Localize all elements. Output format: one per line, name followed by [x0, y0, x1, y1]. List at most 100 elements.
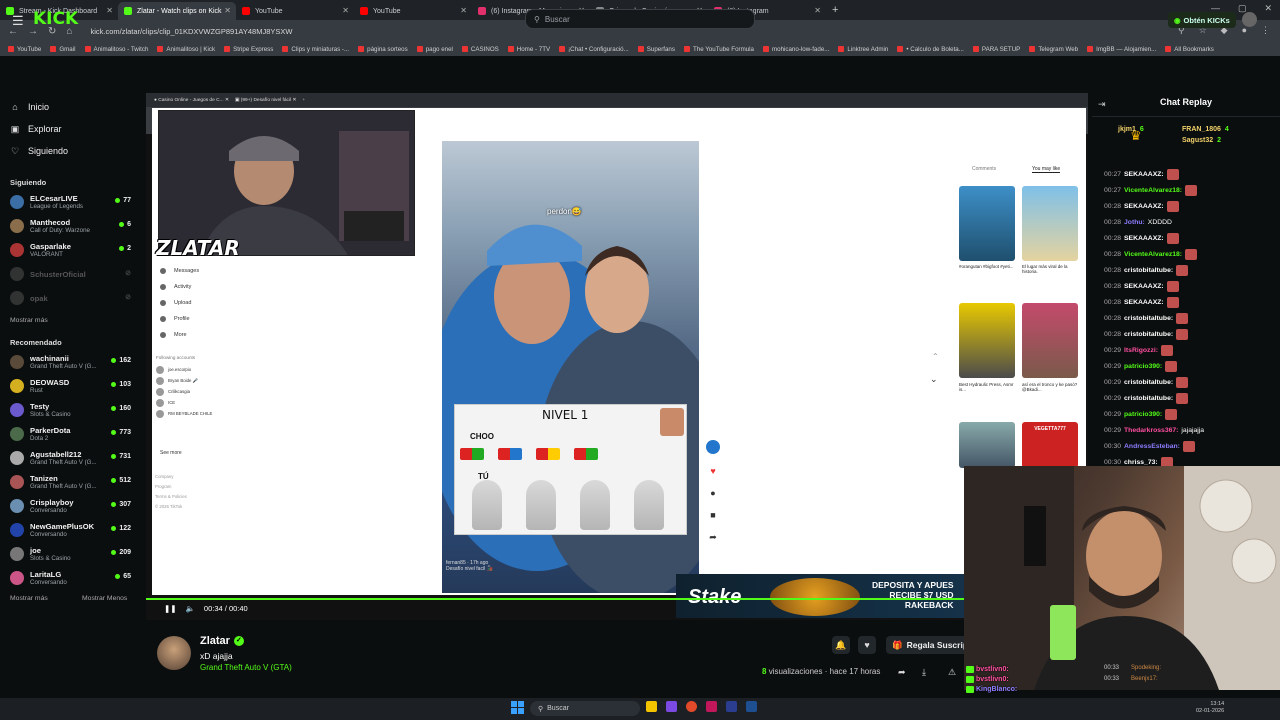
bookmark-item[interactable]: Animalitoso - Twitch [84, 46, 148, 53]
channel-item[interactable]: NewGamePlusOK Conversando 122 [0, 518, 140, 542]
scroll-up-icon[interactable]: ⌃ [932, 352, 939, 361]
recommended-show-less[interactable]: Mostrar Menos [82, 595, 127, 602]
suggested-thumb[interactable] [1022, 186, 1078, 261]
download-icon[interactable]: ⤓ [922, 667, 926, 678]
new-tab-icon[interactable]: + [832, 4, 838, 16]
inner-account[interactable]: joe.escorpio [0, 364, 212, 375]
photoshop-icon[interactable] [746, 701, 757, 712]
browser-tab[interactable]: YouTube ✕ [354, 2, 472, 20]
user-avatar[interactable] [1242, 12, 1257, 27]
hamburger-icon[interactable]: ☰ [12, 13, 24, 29]
chrome-icon[interactable] [686, 701, 697, 712]
recommended-show-more[interactable]: Mostrar más [10, 595, 48, 602]
like-icon[interactable]: ♥ [710, 466, 715, 476]
inner-menu-item[interactable]: Activity [0, 279, 199, 295]
share-icon[interactable]: ➦ [898, 667, 906, 678]
message-user[interactable]: SEKAAAXZ: [1124, 235, 1164, 242]
channel-item[interactable]: ParkerDota Dota 2 773 [0, 422, 140, 446]
inner-account[interactable]: Bryan Boide 🎤 [0, 375, 212, 386]
browser-tab[interactable]: Zlatar - Watch clips on Kick ✕ [118, 2, 236, 20]
message-user[interactable]: chriss_73: [1124, 459, 1158, 466]
bookmark-item[interactable]: Home - 7TV [507, 46, 550, 53]
bookmark-icon[interactable]: ■ [710, 510, 715, 520]
streamer-name[interactable]: Zlatar [200, 635, 230, 647]
bookmark-item[interactable]: Superfans [637, 46, 675, 53]
nav-item-siguiendo[interactable]: ♡ Siguiendo [0, 140, 140, 162]
inner-menu-item[interactable]: Messages [0, 263, 199, 279]
obtain-kicks-button[interactable]: ◉ Obtén KICKs [1168, 12, 1236, 28]
nav-item-explorar[interactable]: ▣ Explorar [0, 118, 140, 140]
bookmark-item[interactable]: Linktree Admin [838, 46, 888, 53]
message-user[interactable]: cristobitaltube: [1124, 331, 1173, 338]
tab-close-icon[interactable]: ✕ [342, 6, 349, 15]
message-user[interactable]: SEKAAAXZ: [1124, 283, 1164, 290]
bookmark-item[interactable]: ImgBB — Alojamien... [1087, 46, 1156, 53]
bookmark-item[interactable]: mohicano-low-fade... [762, 46, 829, 53]
bookmark-item[interactable]: PARA SETUP [972, 46, 1020, 53]
inner-account[interactable]: ICE [0, 397, 212, 408]
pause-icon[interactable]: ❚❚ [164, 604, 177, 613]
streamer-avatar[interactable] [157, 636, 191, 670]
heart-icon[interactable]: ♥ [858, 636, 876, 654]
nav-item-inicio[interactable]: ⌂ Inicio [0, 96, 140, 118]
channel-item[interactable]: LaritaLG Conversando 65 [0, 566, 140, 590]
volume-icon[interactable]: 🔈 [186, 604, 195, 613]
message-user[interactable]: Thedarkross367: [1124, 427, 1178, 434]
progress-bar[interactable] [146, 598, 1088, 600]
clip-category[interactable]: Grand Theft Auto V (GTA) [200, 663, 292, 672]
bookmark-item[interactable]: All Bookmarks [1165, 46, 1214, 53]
channel-item[interactable]: ELCesarLIVE League of Legends 77 [0, 190, 140, 214]
message-user[interactable]: cristobitaltube: [1124, 315, 1173, 322]
channel-item[interactable]: Manthecod Call of Duty: Warzone 6 [0, 214, 140, 238]
gift-sub-button[interactable]: 🎁 Regala Suscrip [886, 636, 975, 654]
inner-footer-link[interactable]: Terms & Policies [155, 492, 187, 502]
bell-icon[interactable]: 🔔 [832, 636, 850, 654]
message-user[interactable]: patricio390: [1124, 411, 1162, 418]
channel-item[interactable]: Crisplayboy Conversando 307 [0, 494, 140, 518]
channel-item[interactable]: joe Slots & Casino 209 [0, 542, 140, 566]
message-user[interactable]: ItsRigozzi: [1124, 347, 1158, 354]
tab-close-icon[interactable]: ✕ [814, 6, 821, 15]
comments-tab[interactable]: Comments [972, 166, 996, 172]
inner-footer-link[interactable]: Program [155, 482, 187, 492]
kick-logo[interactable]: KICK [33, 9, 78, 29]
bookmark-item[interactable]: The YouTube Formula [683, 46, 754, 53]
bookmark-item[interactable]: Stripe Express [224, 46, 273, 53]
app-icon[interactable] [706, 701, 717, 712]
premiere-icon[interactable] [726, 701, 737, 712]
inner-menu-item[interactable]: Upload [0, 295, 199, 311]
close-icon[interactable]: ✕ [1264, 3, 1272, 14]
bookmark-item[interactable]: Animalitoso | Kick [157, 46, 215, 53]
channel-item[interactable]: Tanizen Grand Theft Auto V (G... 512 [0, 470, 140, 494]
menu-icon[interactable]: ⋮ [1261, 25, 1270, 36]
message-user[interactable]: VicenteAlvarez18: [1124, 251, 1182, 258]
channel-item[interactable]: Agustabell212 Grand Theft Auto V (G... 731 [0, 446, 140, 470]
bookmark-item[interactable]: página sorteos [358, 46, 408, 53]
search-input[interactable]: ⚲ Buscar [525, 9, 755, 29]
taskbar-search[interactable]: ⚲ Buscar [530, 701, 640, 716]
bookmark-item[interactable]: Gmail [50, 46, 76, 53]
comment-icon[interactable]: ● [710, 488, 715, 498]
tab-close-icon[interactable]: ✕ [106, 6, 113, 15]
scroll-down-icon[interactable]: ⌄ [930, 374, 938, 385]
inner-see-more[interactable]: See more [160, 450, 182, 456]
message-user[interactable]: SEKAAAXZ: [1124, 203, 1164, 210]
message-user[interactable]: cristobitaltube: [1124, 379, 1173, 386]
suggested-thumb[interactable] [959, 186, 1015, 261]
suggested-thumb[interactable] [959, 303, 1015, 378]
inner-footer-link[interactable]: © 2026 TikTok [155, 502, 187, 512]
bookmark-item[interactable]: pago enel [416, 46, 453, 53]
share-icon[interactable]: ➦ [709, 532, 717, 543]
creator-avatar[interactable] [706, 440, 720, 454]
message-user[interactable]: patricio390: [1124, 363, 1162, 370]
suggested-thumb[interactable]: VEGETTA777 [1022, 422, 1078, 468]
app-icon[interactable] [666, 701, 677, 712]
tab-close-icon[interactable]: ✕ [460, 6, 467, 15]
message-user[interactable]: VicenteAlvarez18: [1124, 187, 1182, 194]
windows-start-icon[interactable] [511, 701, 524, 714]
bookmark-item[interactable]: YouTube [8, 46, 41, 53]
inner-menu-item[interactable]: More [0, 327, 199, 343]
inner-menu-item[interactable]: Profile [0, 311, 199, 327]
file-explorer-icon[interactable] [646, 701, 657, 712]
message-user[interactable]: cristobitaltube: [1124, 395, 1173, 402]
